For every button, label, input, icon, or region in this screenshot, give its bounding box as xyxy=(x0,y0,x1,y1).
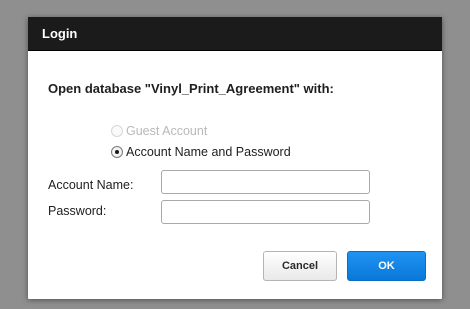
login-dialog: Login Open database "Vinyl_Print_Agreeme… xyxy=(28,17,442,299)
open-database-prompt: Open database "Vinyl_Print_Agreement" wi… xyxy=(48,81,334,96)
cancel-button[interactable]: Cancel xyxy=(263,251,337,281)
ok-button[interactable]: OK xyxy=(347,251,426,281)
password-input[interactable] xyxy=(161,200,370,224)
dialog-title: Login xyxy=(42,26,78,41)
guest-account-radio xyxy=(111,125,123,137)
account-password-label[interactable]: Account Name and Password xyxy=(126,145,291,159)
account-password-option[interactable]: Account Name and Password xyxy=(111,145,291,159)
account-name-input[interactable] xyxy=(161,170,370,194)
guest-account-label: Guest Account xyxy=(126,124,208,138)
account-name-label: Account Name: xyxy=(48,178,134,192)
guest-account-option: Guest Account xyxy=(111,124,207,138)
account-password-radio[interactable] xyxy=(111,146,123,158)
password-label: Password: xyxy=(48,204,107,218)
dialog-titlebar: Login xyxy=(28,17,442,51)
